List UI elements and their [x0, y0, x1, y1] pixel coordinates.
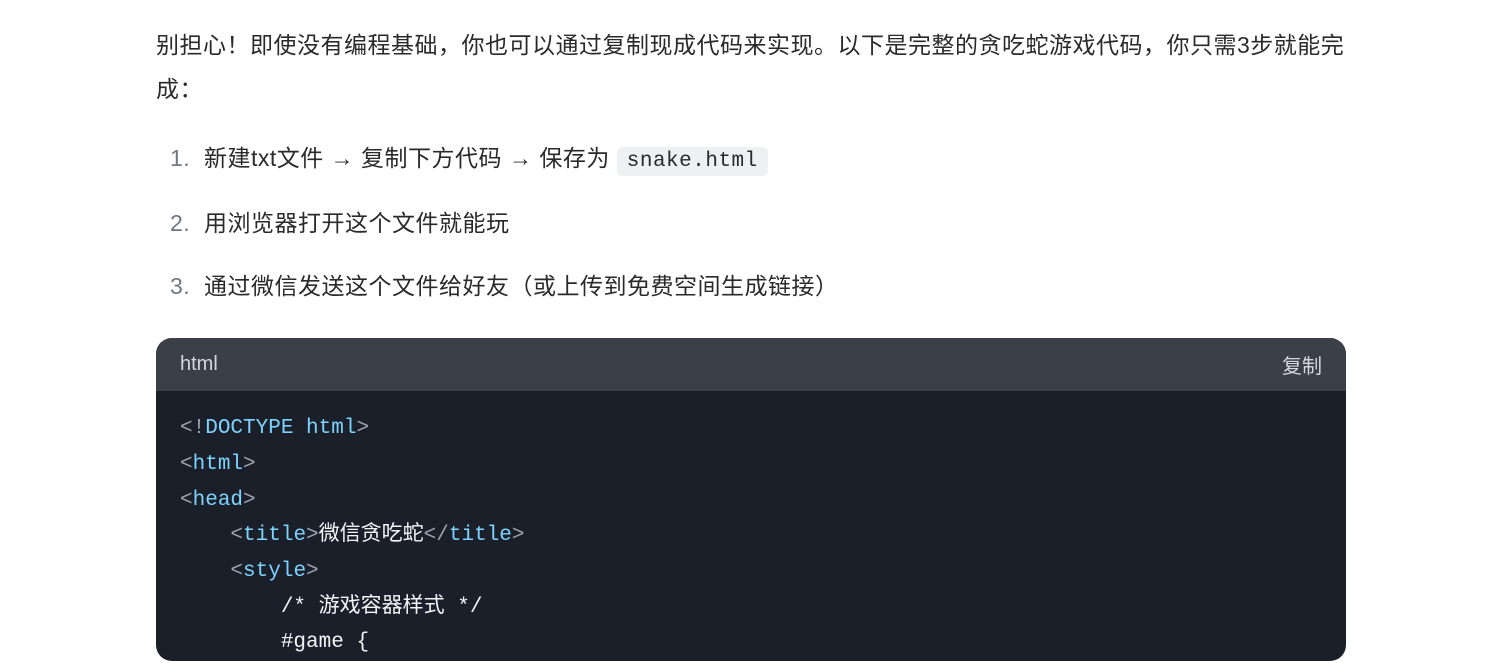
copy-button[interactable]: 复制 [1282, 350, 1322, 379]
code-token: > [356, 417, 369, 440]
code-token: > [243, 489, 256, 512]
code-indent [180, 596, 281, 619]
code-token: < [230, 524, 243, 547]
code-token: title [243, 524, 306, 547]
step-item-3: 通过微信发送这个文件给好友（或上传到免费空间生成链接） [204, 267, 1346, 306]
code-block-header: html 复制 [156, 338, 1346, 391]
step-item-2: 用浏览器打开这个文件就能玩 [204, 204, 1346, 243]
code-indent [180, 524, 230, 547]
step-item-1: 新建txt文件 → 复制下方代码 → 保存为 snake.html [204, 139, 1346, 180]
filename-code: snake.html [617, 147, 768, 176]
code-token: > [512, 524, 525, 547]
code-token: </ [424, 524, 449, 547]
code-token: 微信贪吃蛇 [319, 524, 424, 547]
code-token: < [180, 489, 193, 512]
code-token: head [193, 489, 243, 512]
steps-list: 新建txt文件 → 复制下方代码 → 保存为 snake.html 用浏览器打开… [156, 139, 1346, 306]
code-token: > [243, 453, 256, 476]
code-indent [180, 631, 281, 654]
code-token: /* 游戏容器样式 */ [281, 596, 483, 619]
code-token: < [180, 453, 193, 476]
code-token: < [230, 560, 243, 583]
code-token: html [193, 453, 243, 476]
code-token: title [449, 524, 512, 547]
code-token: > [306, 524, 319, 547]
code-token: style [243, 560, 306, 583]
code-language-label: html [180, 353, 218, 376]
code-block: html 复制 <!DOCTYPE html> <html> <head> <t… [156, 338, 1346, 661]
article-content: 别担心！即使没有编程基础，你也可以通过复制现成代码来实现。以下是完整的贪吃蛇游戏… [71, 0, 1431, 661]
code-token: DOCTYPE html [205, 417, 356, 440]
intro-paragraph: 别担心！即使没有编程基础，你也可以通过复制现成代码来实现。以下是完整的贪吃蛇游戏… [156, 24, 1346, 111]
code-token: #game { [281, 631, 369, 654]
code-indent [180, 560, 230, 583]
code-block-body: <!DOCTYPE html> <html> <head> <title>微信贪… [156, 391, 1346, 661]
code-token: > [306, 560, 319, 583]
step-1-text: 新建txt文件 → 复制下方代码 → 保存为 [204, 145, 617, 171]
code-token: <! [180, 417, 205, 440]
